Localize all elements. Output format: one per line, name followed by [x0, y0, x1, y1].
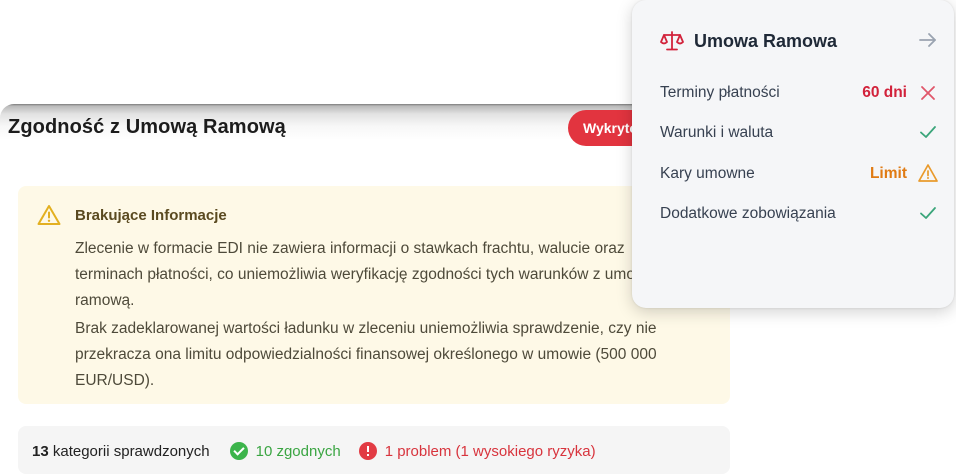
compliant-count: 10 zgodnych	[255, 442, 341, 460]
row-label-payment-terms: Terminy płatności	[660, 84, 780, 101]
row-value-penalties: Limit	[869, 165, 907, 182]
summary-line: 13 kategorii sprawdzonych 10 zgodnych 1 …	[32, 442, 596, 460]
alert-paragraph: Brak zadeklarowanej wartości ładunku w z…	[75, 320, 657, 389]
problem-count: 1 problem (1 wysokiego ryzyka)	[384, 442, 596, 460]
error-circle-icon	[358, 442, 377, 460]
panel-title: Umowa Ramowa	[694, 31, 838, 51]
check-circle-icon	[229, 442, 248, 460]
checked-count: 13	[32, 442, 49, 460]
scale-icon	[660, 31, 684, 51]
alert-title: Brakujące Informacje	[75, 207, 227, 224]
alert-paragraph: Zlecenie w formacie EDI nie zawiera info…	[75, 240, 655, 309]
page-title: Zgodność z Umową Ramową	[8, 116, 286, 138]
close-icon	[921, 86, 935, 100]
row-value-payment-terms: 60 dni	[862, 84, 907, 101]
row-label-penalties: Kary umowne	[660, 165, 755, 182]
arrow-right-icon[interactable]	[918, 31, 938, 49]
checkmark-icon	[920, 126, 936, 138]
warning-icon	[37, 205, 61, 225]
row-label-additional-obligations: Dodatkowe zobowiązania	[660, 205, 836, 222]
checked-label: kategorii sprawdzonych	[52, 442, 210, 460]
row-label-terms-currency: Warunki i waluta	[660, 124, 774, 141]
warning-icon	[918, 164, 938, 182]
checkmark-icon	[920, 207, 936, 219]
